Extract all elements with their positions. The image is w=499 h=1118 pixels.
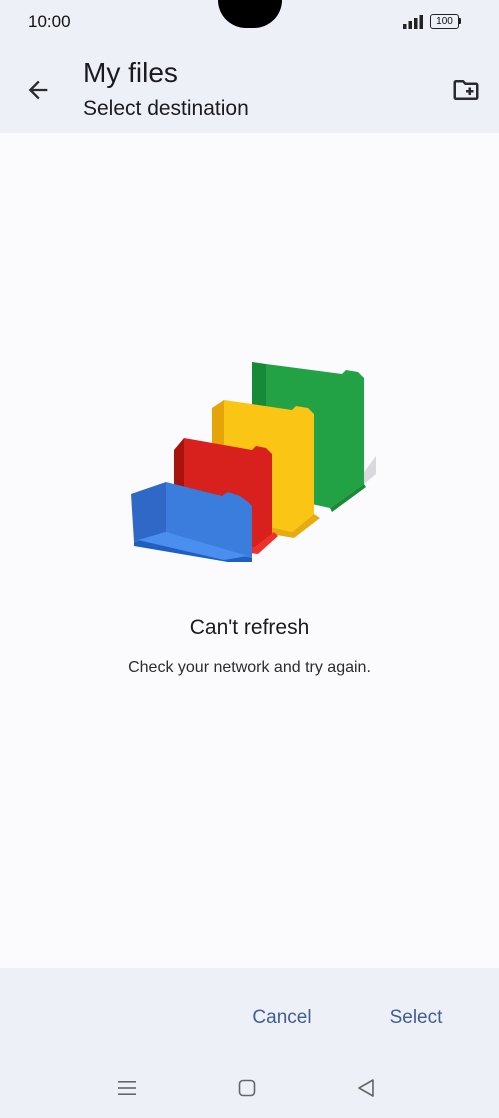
camera-notch — [218, 0, 282, 28]
home-square-icon[interactable] — [238, 1079, 256, 1097]
folders-illustration — [131, 362, 376, 562]
blue-folder-shape — [131, 482, 252, 562]
page-title: My files — [83, 57, 178, 88]
battery-tip — [459, 18, 461, 24]
menu-icon[interactable] — [117, 1078, 137, 1098]
signal-icon — [403, 15, 423, 29]
system-navigation-bar — [0, 1068, 499, 1108]
back-button[interactable] — [18, 70, 58, 110]
battery-level: 100 — [430, 14, 459, 29]
page-subtitle: Select destination — [83, 97, 249, 120]
cancel-button[interactable]: Cancel — [236, 998, 328, 1038]
header-region: 10:00 100 My files Select destination — [0, 0, 499, 133]
status-time: 10:00 — [28, 12, 71, 31]
new-folder-button[interactable] — [446, 70, 486, 110]
battery-icon: 100 — [430, 14, 462, 29]
phone-screen: 10:00 100 My files Select destination Ca… — [0, 0, 499, 1118]
create-new-folder-icon — [453, 80, 479, 100]
empty-state-title: Can't refresh — [189, 616, 310, 639]
bottom-action-bar: Cancel Select — [0, 968, 499, 1118]
select-button[interactable]: Select — [374, 998, 458, 1038]
status-bar: 10:00 100 — [0, 0, 499, 44]
empty-state-message: Check your network and try again. — [128, 659, 371, 676]
arrow-back-icon — [28, 80, 48, 100]
back-triangle-icon[interactable] — [357, 1078, 375, 1098]
